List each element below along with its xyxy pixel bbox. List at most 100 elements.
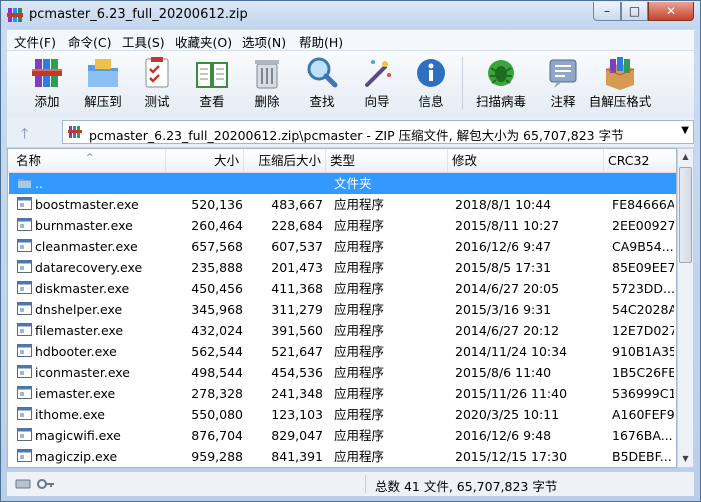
comment-button[interactable]: 注释: [536, 53, 590, 115]
title-bar[interactable]: pcmaster_6.23_full_20200612.zip – □ ✕: [1, 1, 700, 29]
file-size: 450,456: [191, 281, 243, 296]
chevron-down-icon[interactable]: ▼: [681, 125, 689, 136]
menu-favorites[interactable]: 收藏夹(O): [175, 32, 232, 51]
file-type: 文件夹: [334, 176, 372, 191]
file-modified: 2018/8/1 10:44: [455, 197, 552, 212]
file-crc32: 536999C1: [612, 386, 674, 401]
sfx-label: 自解压格式: [588, 94, 652, 109]
close-button[interactable]: ✕: [648, 2, 694, 21]
test-label: 测试: [144, 94, 170, 109]
delete-trash-icon: [255, 60, 279, 89]
address-field[interactable]: pcmaster_6.23_full_20200612.zip\pcmaster…: [62, 120, 694, 144]
column-crc32[interactable]: CRC32: [604, 149, 676, 172]
add-button[interactable]: 添加: [20, 53, 74, 115]
sort-ascending-icon: ^: [86, 153, 94, 163]
status-bar: 总数 41 文件, 65,707,823 字节: [7, 471, 694, 496]
file-name: iconmaster.exe: [35, 365, 130, 380]
table-row[interactable]: iemaster.exe 278,328 241,348 应用程序 2015/11/26…: [9, 383, 676, 404]
file-size: 235,888: [191, 260, 243, 275]
table-row[interactable]: magicwifi.exe 876,704 829,047 应用程序 2016/12/6…: [9, 425, 676, 446]
test-button[interactable]: 测试: [130, 53, 184, 115]
vertical-scrollbar[interactable]: ▲ ▼: [677, 148, 694, 468]
table-row[interactable]: cleanmaster.exe 657,568 607,537 应用程序 2016/12…: [9, 236, 676, 257]
table-row[interactable]: diskmaster.exe 450,456 411,368 应用程序 2014/6/2…: [9, 278, 676, 299]
maximize-button[interactable]: □: [621, 2, 648, 21]
file-packed-size: [245, 173, 323, 194]
file-modified: 2015/12/15 17:30: [455, 449, 568, 464]
table-row[interactable]: magiczip.exe 959,288 841,391 应用程序 2015/12/15…: [9, 446, 676, 467]
menu-command[interactable]: 命令(C): [68, 32, 111, 51]
file-type: 应用程序: [334, 386, 385, 401]
file-packed-size: 311,279: [271, 302, 323, 317]
menu-help[interactable]: 帮助(H): [299, 32, 343, 51]
folder-up-icon: [18, 179, 31, 188]
column-size[interactable]: 大小: [166, 149, 244, 172]
parent-folder-row[interactable]: .. 文件夹: [9, 173, 676, 194]
wizard-button[interactable]: 向导: [350, 53, 404, 115]
file-modified: 2020/3/25 10:11: [455, 407, 560, 422]
extract-folder-icon: [88, 59, 118, 87]
virus-scan-icon: [488, 60, 514, 86]
virus-scan-button[interactable]: 扫描病毒: [469, 53, 533, 115]
scroll-up-icon[interactable]: ▲: [678, 149, 693, 165]
menu-file[interactable]: 文件(F): [14, 32, 56, 51]
file-name: magicwifi.exe: [35, 428, 121, 443]
table-row[interactable]: hdbooter.exe 562,544 521,647 应用程序 2014/11/24…: [9, 341, 676, 362]
table-row[interactable]: ithome.exe 550,080 123,103 应用程序 2020/3/25 10…: [9, 404, 676, 425]
view-book-icon: [196, 62, 228, 88]
file-crc32: 2EE00927: [612, 218, 674, 233]
file-packed-size: 241,348: [271, 386, 323, 401]
up-folder-button[interactable]: 🡑: [21, 123, 39, 142]
file-packed-size: 521,647: [271, 344, 323, 359]
table-row[interactable]: datarecovery.exe 235,888 201,473 应用程序 2015/8…: [9, 257, 676, 278]
delete-label: 删除: [254, 94, 280, 109]
view-button[interactable]: 查看: [185, 53, 239, 115]
menu-options[interactable]: 选项(N): [242, 32, 286, 51]
file-modified: 2015/8/5 17:31: [455, 260, 552, 275]
test-checklist-icon: [145, 57, 169, 88]
file-modified: [455, 173, 605, 194]
file-modified: 2014/6/27 20:12: [455, 323, 560, 338]
file-name: diskmaster.exe: [35, 281, 130, 296]
file-name: cleanmaster.exe: [35, 239, 138, 254]
scroll-down-icon[interactable]: ▼: [678, 451, 693, 467]
delete-button[interactable]: 删除: [240, 53, 294, 115]
extract-to-button[interactable]: 解压到: [76, 53, 130, 115]
file-list[interactable]: ^ 名称 大小 压缩后大小 类型 修改 CRC32 .. 文件夹 boostmast…: [7, 148, 677, 468]
column-packed-size[interactable]: 压缩后大小: [244, 149, 326, 172]
table-row[interactable]: filemaster.exe 432,024 391,560 应用程序 2014/6/2…: [9, 320, 676, 341]
column-name[interactable]: ^ 名称: [8, 149, 166, 172]
exe-file-icon: [17, 239, 32, 252]
drive-key-icon[interactable]: [15, 477, 55, 491]
file-crc32: A160FEF9: [612, 407, 674, 422]
file-size: 562,544: [191, 344, 243, 359]
file-size: 959,288: [191, 449, 243, 464]
table-row[interactable]: iconmaster.exe 498,544 454,536 应用程序 2015/8/6…: [9, 362, 676, 383]
file-size: 498,544: [191, 365, 243, 380]
sfx-button[interactable]: 自解压格式: [584, 53, 656, 115]
file-packed-size: 411,368: [271, 281, 323, 296]
column-type[interactable]: 类型: [326, 149, 448, 172]
table-row[interactable]: burnmaster.exe 260,464 228,684 应用程序 2015/8/1…: [9, 215, 676, 236]
extract-to-label: 解压到: [84, 94, 122, 109]
exe-file-icon: [17, 386, 32, 399]
status-summary: 总数 41 文件, 65,707,823 字节: [375, 479, 558, 494]
file-packed-size: 201,473: [271, 260, 323, 275]
menu-tools[interactable]: 工具(S): [122, 32, 165, 51]
table-row[interactable]: boostmaster.exe 520,136 483,667 应用程序 2018/8/…: [9, 194, 676, 215]
table-row[interactable]: dnshelper.exe 345,968 311,279 应用程序 2015/3/16…: [9, 299, 676, 320]
file-name: ithome.exe: [35, 407, 105, 422]
column-modified[interactable]: 修改: [448, 149, 604, 172]
info-button[interactable]: 信息: [404, 53, 458, 115]
file-name: hdbooter.exe: [35, 344, 117, 359]
exe-file-icon: [17, 218, 32, 231]
column-name-label: 名称: [16, 153, 42, 168]
scroll-thumb[interactable]: [679, 167, 692, 263]
file-name: magiczip.exe: [35, 449, 118, 464]
file-type: 应用程序: [334, 281, 385, 296]
file-size: 520,136: [191, 197, 243, 212]
add-archive-icon: [32, 59, 62, 87]
minimize-button[interactable]: –: [593, 2, 621, 21]
find-button[interactable]: 查找: [295, 53, 349, 115]
file-modified: 2015/11/26 11:40: [455, 386, 568, 401]
